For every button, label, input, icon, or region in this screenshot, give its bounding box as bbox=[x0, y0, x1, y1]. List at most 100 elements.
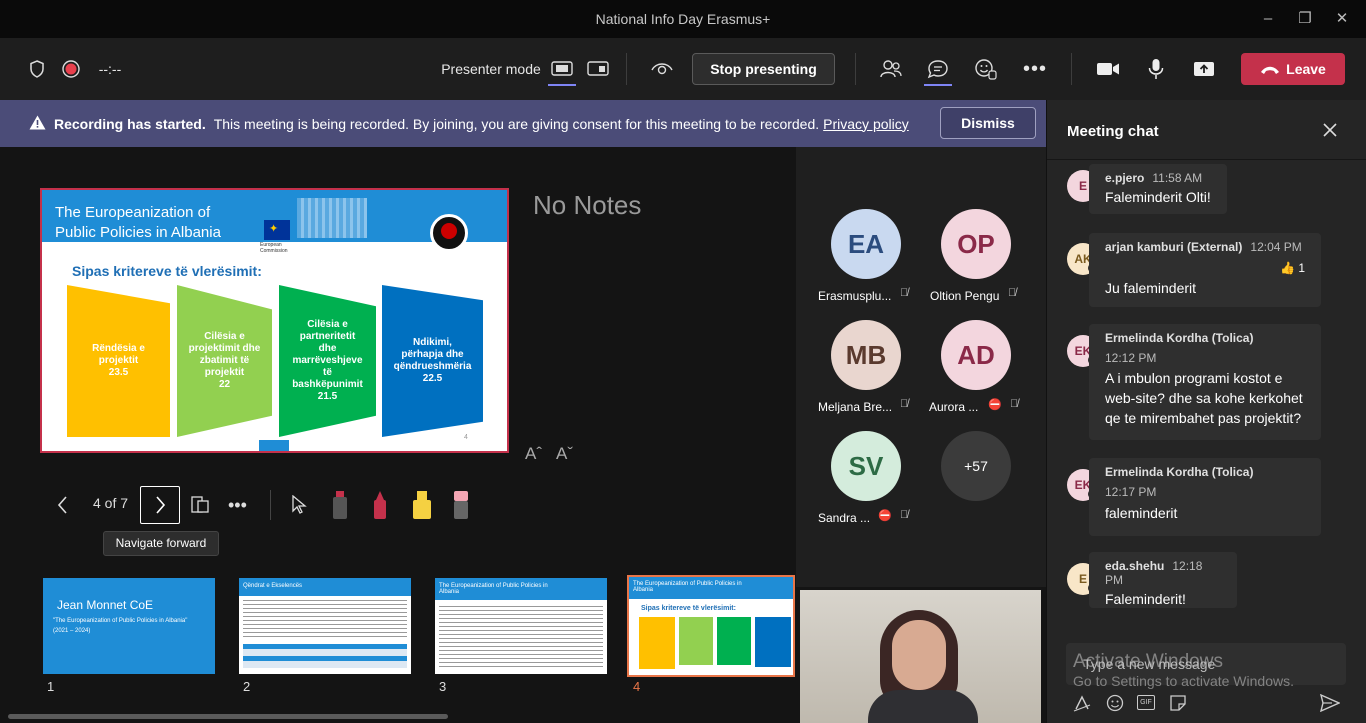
participant-name: Erasmusplu... bbox=[818, 289, 892, 303]
chat-icon[interactable] bbox=[924, 38, 952, 100]
chat-message[interactable]: arjan kamburi (External) 12:04 PM 👍 1 Ju … bbox=[1089, 233, 1321, 307]
chat-message[interactable]: Ermelinda Kordha (Tolica) 12:12 PM A i m… bbox=[1089, 324, 1321, 440]
thumbs-up-reaction[interactable]: 👍 1 bbox=[1280, 261, 1305, 275]
leave-button[interactable]: Leave bbox=[1241, 53, 1345, 85]
criterion-3: Cilësia e partneritetit dhe marrëveshjeve t… bbox=[279, 285, 376, 437]
avatar-initials: OP bbox=[957, 229, 995, 259]
criterion-1: Rëndësia e projektit 23.5 bbox=[67, 285, 170, 437]
participants-icon[interactable] bbox=[877, 38, 905, 100]
criterion-4-line3: qëndrueshmëria bbox=[393, 361, 472, 372]
eraser-icon[interactable] bbox=[451, 490, 471, 525]
reactions-icon[interactable] bbox=[972, 38, 1000, 100]
criterion-3-line4: marrëveshjeve të bashkëpunimit bbox=[292, 355, 363, 390]
thumbnail-2-title: Qëndrat e Ekselencës bbox=[243, 583, 303, 589]
thumbnail-3-title: The Europeanization of Public Policies i… bbox=[439, 583, 548, 595]
thumbnail-1-title: Jean Monnet CoE bbox=[57, 598, 154, 612]
navigate-forward-tooltip: Navigate forward bbox=[103, 531, 219, 556]
criterion-1-line2: projektit bbox=[98, 355, 139, 366]
minimize-icon[interactable]: – bbox=[1258, 9, 1278, 29]
current-slide: The Europeanization of Public Policies i… bbox=[40, 188, 509, 453]
message-author: arjan kamburi (External) bbox=[1105, 240, 1243, 254]
side-by-side-mode-icon[interactable] bbox=[584, 38, 612, 100]
criterion-3-score: 21.5 bbox=[317, 391, 338, 402]
criterion-4-score: 22.5 bbox=[422, 373, 443, 384]
building-graphic bbox=[297, 198, 367, 238]
message-author: Ermelinda Kordha (Tolica) bbox=[1105, 465, 1254, 479]
emoji-icon[interactable] bbox=[1106, 694, 1124, 717]
self-video-tile bbox=[800, 590, 1041, 723]
thumbnail-3[interactable]: The Europeanization of Public Policies i… bbox=[435, 578, 607, 674]
muted-mic-icon: 🎙̸ bbox=[900, 398, 909, 410]
close-window-icon[interactable]: ✕ bbox=[1332, 9, 1352, 29]
shield-icon[interactable] bbox=[26, 38, 48, 100]
highlighter-icon[interactable] bbox=[411, 490, 433, 525]
participant-avatar[interactable]: MB bbox=[831, 320, 901, 390]
share-content-icon[interactable] bbox=[1190, 38, 1218, 100]
camera-icon[interactable] bbox=[1094, 38, 1122, 100]
increase-font-button[interactable]: Aˆ bbox=[525, 444, 542, 464]
more-options-icon[interactable]: ••• bbox=[1021, 38, 1049, 100]
presenter-mode-label: Presenter mode bbox=[441, 61, 541, 77]
maximize-icon[interactable]: ❐ bbox=[1295, 9, 1315, 29]
message-header: e.pjero 11:58 AM bbox=[1105, 171, 1211, 185]
thumbnail-1-subtitle: "The Europeanization of Public Policies … bbox=[53, 618, 188, 624]
toolbar-divider bbox=[855, 53, 856, 85]
gif-icon[interactable]: GIF bbox=[1137, 695, 1155, 710]
pen-red-icon[interactable] bbox=[371, 490, 389, 525]
message-text: faleminderit bbox=[1105, 505, 1178, 521]
message-author: Ermelinda Kordha (Tolica) bbox=[1105, 331, 1254, 345]
muted-mic-icon: 🎙̸ bbox=[900, 509, 909, 521]
participant-avatar[interactable]: SV bbox=[831, 431, 901, 501]
thumbnail-4-selected[interactable]: The Europeanization of Public Policies i… bbox=[627, 575, 795, 677]
speaker-notes: No Notes bbox=[533, 190, 642, 220]
criterion-4-line2: përhapja dhe bbox=[401, 349, 464, 360]
participant-avatar[interactable]: AD bbox=[941, 320, 1011, 390]
criterion-2-line2: projektimit dhe bbox=[188, 343, 261, 354]
slide-header: The Europeanization of Public Policies i… bbox=[42, 190, 507, 254]
toolbar-divider bbox=[626, 53, 627, 85]
send-icon[interactable] bbox=[1319, 693, 1341, 717]
message-time: 12:04 PM bbox=[1250, 240, 1302, 254]
chat-message[interactable]: e.pjero 11:58 AM Faleminderit Olti! bbox=[1089, 164, 1227, 214]
close-chat-icon[interactable] bbox=[1322, 122, 1338, 143]
message-time: 12:12 PM bbox=[1105, 351, 1157, 365]
message-text: Ju faleminderit bbox=[1105, 280, 1197, 296]
more-participants-badge[interactable]: +57 bbox=[941, 431, 1011, 501]
grid-view-icon[interactable] bbox=[190, 495, 210, 515]
thumbnail-1[interactable]: Jean Monnet CoE "The Europeanization of … bbox=[43, 578, 215, 674]
laser-pointer-icon[interactable] bbox=[331, 490, 349, 525]
microphone-icon[interactable] bbox=[1142, 38, 1170, 100]
active-mode-indicator bbox=[548, 84, 576, 86]
chat-message[interactable]: Ermelinda Kordha (Tolica) 12:17 PM falem… bbox=[1089, 458, 1321, 536]
message-input[interactable]: Type a new message bbox=[1066, 643, 1346, 685]
muted-mic-icon: 🎙̸ bbox=[1008, 287, 1017, 299]
title-bar: National Info Day Erasmus+ – ❐ ✕ bbox=[0, 0, 1366, 38]
sticker-icon[interactable] bbox=[1169, 694, 1187, 717]
standout-mode-icon[interactable] bbox=[548, 38, 576, 100]
dismiss-button[interactable]: Dismiss bbox=[940, 107, 1036, 139]
stop-presenting-button[interactable]: Stop presenting bbox=[692, 53, 835, 85]
chat-message[interactable]: eda.shehu 12:18 PM Faleminderit! bbox=[1089, 552, 1237, 608]
horizontal-scrollbar[interactable] bbox=[8, 714, 448, 719]
message-input-placeholder: Type a new message bbox=[1083, 656, 1216, 672]
avatar-initials: MB bbox=[845, 340, 887, 370]
thumbnail-1-years: (2021 – 2024) bbox=[53, 628, 91, 634]
criterion-1-line1: Rëndësia e bbox=[92, 343, 145, 354]
pointer-icon[interactable] bbox=[291, 494, 307, 520]
decrease-font-button[interactable]: Aˇ bbox=[556, 444, 573, 464]
previous-slide-button[interactable] bbox=[52, 493, 74, 517]
thumbnail-2-number: 2 bbox=[243, 679, 251, 694]
chat-active-indicator bbox=[924, 84, 952, 86]
muted-mic-icon: 🎙̸ bbox=[1010, 398, 1019, 410]
warning-icon bbox=[29, 115, 46, 133]
participant-avatar[interactable]: EA bbox=[831, 209, 901, 279]
eye-icon[interactable] bbox=[648, 38, 676, 100]
more-slide-options-icon[interactable]: ••• bbox=[228, 495, 247, 516]
thumbnail-2[interactable]: Qëndrat e Ekselencës bbox=[239, 578, 411, 674]
format-icon[interactable] bbox=[1073, 694, 1091, 717]
participant-avatar[interactable]: OP bbox=[941, 209, 1011, 279]
privacy-policy-link[interactable]: Privacy policy bbox=[823, 116, 909, 132]
next-slide-button[interactable] bbox=[140, 486, 180, 524]
camera-off-icon: ⛔ bbox=[878, 510, 892, 522]
meeting-toolbar: --:-- Presenter mode Stop presenting •••… bbox=[0, 38, 1366, 100]
